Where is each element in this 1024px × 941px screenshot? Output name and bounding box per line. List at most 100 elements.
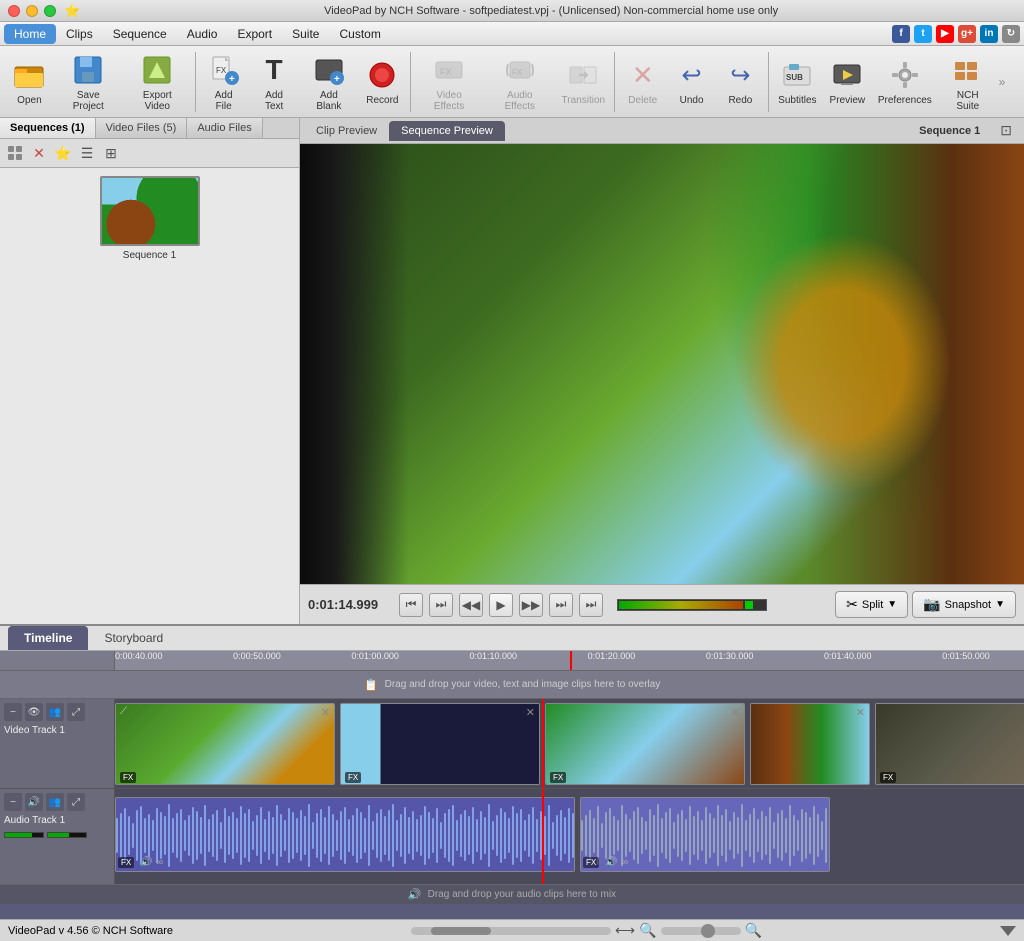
clip-3-close-icon[interactable]: ✕ (731, 706, 740, 719)
panel-tool-star[interactable]: ⭐ (52, 142, 74, 164)
tab-audio-files[interactable]: Audio Files (187, 118, 262, 138)
menu-custom[interactable]: Custom (329, 24, 390, 44)
transport-forward[interactable]: ▶▶ (519, 593, 543, 617)
snapshot-dropdown-icon[interactable]: ▼ (995, 599, 1005, 610)
video-track-eye[interactable]: 👁 (25, 703, 43, 721)
video-clip-3[interactable]: ✕ FX (545, 703, 745, 785)
panel-tool-thumb[interactable] (4, 142, 26, 164)
clip-1-close-icon[interactable]: ✕ (321, 706, 330, 719)
clip-1-fx-badge: FX (120, 772, 136, 783)
tab-timeline[interactable]: Timeline (8, 626, 88, 650)
maximize-button[interactable] (44, 5, 56, 17)
refresh-icon[interactable]: ↻ (1002, 25, 1020, 43)
transition-button[interactable]: Transition (556, 53, 610, 110)
menu-audio[interactable]: Audio (177, 24, 228, 44)
transport-rewind[interactable]: ◀◀ (459, 593, 483, 617)
window-controls (8, 5, 56, 17)
linkedin-icon[interactable]: in (980, 25, 998, 43)
zoom-out-icon[interactable]: 🔍 (639, 922, 656, 939)
tab-clip-preview[interactable]: Clip Preview (304, 121, 389, 141)
record-button[interactable]: Record (359, 53, 406, 110)
scroll-thumb[interactable] (431, 927, 491, 935)
menu-bar: Home Clips Sequence Audio Export Suite C… (0, 22, 1024, 46)
menu-sequence[interactable]: Sequence (103, 24, 177, 44)
ruler-mark-5: 0:01:20.000 (588, 651, 636, 661)
svg-text:FX: FX (512, 68, 523, 77)
video-track-minus[interactable]: − (4, 703, 22, 721)
clip-4-close-icon[interactable]: ✕ (856, 706, 865, 719)
ruler-mark-7: 0:01:40.000 (824, 651, 872, 661)
audio-clip-2[interactable]: FX 🔊 ∞ (580, 797, 830, 872)
audio-track-people[interactable]: 👥 (46, 793, 64, 811)
menu-export[interactable]: Export (227, 24, 282, 44)
split-button[interactable]: ✂ Split ▼ (835, 591, 908, 618)
audio-track-minus[interactable]: − (4, 793, 22, 811)
redo-button[interactable]: ↪ Redo (717, 53, 764, 110)
googleplus-icon[interactable]: g+ (958, 25, 976, 43)
video-clip-5[interactable]: ✕ FX (875, 703, 1024, 785)
transport-next-frame[interactable]: ⏭ (549, 593, 573, 617)
transport-play[interactable]: ▶ (489, 593, 513, 617)
export-video-button[interactable]: Export Video (124, 48, 191, 116)
zoom-in-icon[interactable]: 🔍 (745, 922, 762, 939)
waveform-1: FX 🔊 ∞ (116, 798, 574, 871)
add-text-button[interactable]: T Add Text (249, 48, 298, 116)
nch-suite-button[interactable]: NCH Suite (939, 48, 997, 116)
audio-track-content[interactable]: FX 🔊 ∞ (115, 789, 1024, 884)
menu-suite[interactable]: Suite (282, 24, 329, 44)
timeline-ruler: 0:00:40.000 0:00:50.000 0:01:00.000 0:01… (0, 651, 1024, 671)
add-file-button[interactable]: FX+ Add File (200, 48, 248, 116)
panel-tool-list[interactable]: ☰ (76, 142, 98, 164)
zoom-slider[interactable] (661, 927, 741, 935)
audio-clip-1[interactable]: FX 🔊 ∞ (115, 797, 575, 872)
facebook-icon[interactable]: f (892, 25, 910, 43)
toolbar-more[interactable]: » (999, 75, 1018, 89)
tab-sequences[interactable]: Sequences (1) (0, 118, 96, 138)
video-clip-1[interactable]: ⟋ ✕ FX (115, 703, 335, 785)
transport-prev-frame[interactable]: ⏭ (429, 593, 453, 617)
clip-5-fx-badge: FX (880, 772, 896, 783)
open-button[interactable]: Open (6, 53, 53, 110)
split-dropdown-icon[interactable]: ▼ (887, 599, 897, 610)
audio-track-move[interactable]: ⤢ (67, 793, 85, 811)
menu-home[interactable]: Home (4, 24, 56, 44)
youtube-icon[interactable]: ▶ (936, 25, 954, 43)
video-clip-4[interactable]: ✕ (750, 703, 870, 785)
audio-track-speaker[interactable]: 🔊 (25, 793, 43, 811)
sequence-item[interactable]: Sequence 1 (8, 176, 291, 261)
transport-skip-end[interactable]: ⏭ (579, 593, 603, 617)
nch-suite-icon (950, 52, 986, 88)
video-effects-label: Video Effects (421, 90, 478, 112)
delete-button[interactable]: ✕ Delete (619, 53, 666, 110)
preview-expand-button[interactable]: ⊡ (992, 118, 1020, 143)
tab-video-files[interactable]: Video Files (5) (96, 118, 188, 138)
tab-sequence-preview[interactable]: Sequence Preview (389, 121, 505, 141)
add-blank-button[interactable]: + Add Blank (301, 48, 357, 116)
menu-clips[interactable]: Clips (56, 24, 103, 44)
panel-tool-sort[interactable]: ⊞ (100, 142, 122, 164)
minimize-button[interactable] (26, 5, 38, 17)
video-effects-button[interactable]: FX Video Effects (415, 48, 484, 116)
twitter-icon[interactable]: t (914, 25, 932, 43)
snapshot-button[interactable]: 📷 Snapshot ▼ (912, 591, 1016, 618)
video-clip-2[interactable]: ✕ FX (340, 703, 540, 785)
panel-tool-delete[interactable]: ✕ (28, 142, 50, 164)
close-button[interactable] (8, 5, 20, 17)
horizontal-scrollbar[interactable] (411, 927, 611, 935)
video-track-people[interactable]: 👥 (46, 703, 64, 721)
preferences-button[interactable]: Preferences (873, 53, 937, 110)
audio-drop-zone[interactable]: 🔊 Drag and drop your audio clips here to… (0, 884, 1024, 904)
video-track-move[interactable]: ⤢ (67, 703, 85, 721)
clip-2-close-icon[interactable]: ✕ (526, 706, 535, 719)
audio-effects-button[interactable]: FX Audio Effects (485, 48, 554, 116)
undo-button[interactable]: ↩ Undo (668, 53, 715, 110)
transport-skip-start[interactable]: ⏮ (399, 593, 423, 617)
subtitles-button[interactable]: SUB Subtitles (773, 53, 822, 110)
tab-storyboard[interactable]: Storyboard (88, 626, 179, 650)
save-project-button[interactable]: Save Project (55, 48, 122, 116)
overlay-drop-zone[interactable]: 📋 Drag and drop your video, text and ima… (0, 671, 1024, 699)
preview-button[interactable]: Preview (824, 53, 871, 110)
zoom-fit-icon[interactable]: ⟷ (615, 922, 635, 939)
zoom-slider-thumb[interactable] (701, 924, 715, 938)
video-track-content[interactable]: ⟋ ✕ FX ✕ FX ✕ FX (115, 699, 1024, 788)
